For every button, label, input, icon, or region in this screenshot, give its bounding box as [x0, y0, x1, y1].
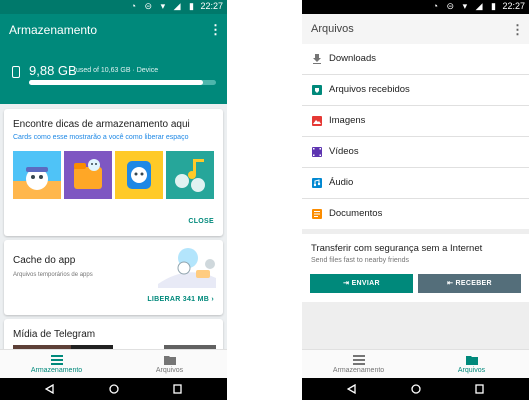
- category-audio[interactable]: Áudio: [302, 168, 529, 199]
- folder-icon: [465, 356, 478, 365]
- document-icon: [312, 209, 322, 219]
- tip-illustration-3: [115, 151, 163, 199]
- home-icon[interactable]: [411, 384, 421, 394]
- status-icons: ◔ ⊝ ▾ ◢ ▮: [432, 1, 499, 11]
- category-list: Downloads Arquivos recebidos Imagens Víd…: [302, 44, 529, 229]
- category-documents[interactable]: Documentos: [302, 199, 529, 230]
- transfer-title: Transferir com segurança sem a Internet: [311, 243, 483, 254]
- tips-card-subtitle: Cards como esse mostrarão a você como li…: [13, 134, 189, 141]
- category-label: Downloads: [329, 53, 376, 64]
- telegram-media-title: Mídia de Telegram: [13, 329, 96, 340]
- send-button[interactable]: ⇥ ENVIAR: [310, 274, 413, 293]
- audio-icon: [312, 178, 322, 188]
- cache-card-title: Cache do app: [13, 255, 76, 266]
- receive-button[interactable]: ⇤ RECEBER: [418, 274, 521, 293]
- storage-progress-fill: [29, 80, 203, 85]
- files-screen: ◔ ⊝ ▾ ◢ ▮ 22:27 Arquivos ⋮ Downloads Arq…: [302, 0, 529, 400]
- nav-files-label: Arquivos: [155, 367, 184, 374]
- category-images[interactable]: Imagens: [302, 106, 529, 137]
- category-label: Imagens: [329, 115, 366, 126]
- chevron-right-icon: ›: [211, 296, 214, 303]
- nav-storage[interactable]: Armazenamento: [302, 350, 415, 379]
- nav-storage-label: Armazenamento: [30, 367, 83, 374]
- nav-storage-label: Armazenamento: [332, 367, 385, 374]
- transfer-card: Transferir com segurança sem a Internet …: [302, 234, 529, 302]
- tip-illustration-2: [64, 151, 112, 199]
- status-bar: ◔ ⊝ ▾ ◢ ▮ 22:27: [0, 0, 227, 14]
- back-icon[interactable]: [347, 384, 356, 394]
- video-icon: [312, 147, 322, 157]
- storage-screen: ◔ ⊝ ▾ ◢ ▮ 22:27 Armazenamento ⋮ 9,88 GB …: [0, 0, 227, 400]
- status-icons: ◔ ⊝ ▾ ◢ ▮: [130, 1, 197, 11]
- category-downloads[interactable]: Downloads: [302, 44, 529, 75]
- storage-list-icon: [352, 355, 365, 365]
- page-title: Arquivos: [311, 23, 354, 35]
- storage-detail: used of 10,63 GB · Device: [76, 67, 159, 74]
- storage-progress-bar: [29, 80, 216, 85]
- category-received[interactable]: Arquivos recebidos: [302, 75, 529, 106]
- close-tips-button[interactable]: CLOSE: [188, 218, 214, 225]
- category-label: Áudio: [329, 177, 354, 188]
- bottom-navigation: Armazenamento Arquivos: [302, 349, 529, 378]
- free-cache-label: LIBERAR 341 MB: [147, 296, 210, 303]
- nav-storage[interactable]: Armazenamento: [0, 350, 113, 379]
- category-label: Documentos: [329, 208, 383, 219]
- recents-icon[interactable]: [475, 384, 484, 394]
- recents-icon[interactable]: [173, 384, 182, 394]
- storage-list-icon: [50, 355, 63, 365]
- image-icon: [312, 116, 322, 126]
- received-files-icon: [312, 85, 322, 95]
- send-arrow-icon: ⇥: [343, 280, 350, 287]
- send-label: ENVIAR: [351, 280, 380, 287]
- receive-arrow-icon: ⇤: [447, 280, 454, 287]
- status-bar: ◔ ⊝ ▾ ◢ ▮ 22:27: [302, 0, 529, 14]
- tip-illustration-1: [13, 151, 61, 199]
- tips-card: Encontre dicas de armazenamento aqui Car…: [4, 109, 223, 236]
- system-nav-bar: [0, 378, 227, 400]
- cache-illustration: [158, 248, 216, 288]
- nav-files[interactable]: Arquivos: [415, 350, 528, 379]
- cache-card: Cache do app Arquivos temporários de app…: [4, 240, 223, 315]
- receive-label: RECEBER: [455, 280, 492, 287]
- device-icon: [12, 66, 20, 78]
- nav-files-label: Arquivos: [457, 367, 486, 374]
- category-videos[interactable]: Vídeos: [302, 137, 529, 168]
- back-icon[interactable]: [45, 384, 54, 394]
- folder-icon: [163, 356, 176, 365]
- tips-card-title: Encontre dicas de armazenamento aqui: [13, 119, 190, 130]
- bottom-navigation: Armazenamento Arquivos: [0, 349, 227, 378]
- overflow-menu-icon[interactable]: ⋮: [209, 22, 222, 38]
- storage-used: 9,88 GB: [29, 63, 77, 78]
- home-icon[interactable]: [109, 384, 119, 394]
- transfer-subtitle: Send files fast to nearby friends: [311, 257, 410, 264]
- system-nav-bar: [302, 378, 529, 400]
- tip-illustration-4: [166, 151, 214, 199]
- status-time: 22:27: [200, 1, 223, 11]
- nav-files[interactable]: Arquivos: [113, 350, 226, 379]
- cache-card-desc: Arquivos temporários de apps: [13, 272, 93, 278]
- status-time: 22:27: [502, 1, 525, 11]
- page-title: Armazenamento: [9, 23, 98, 37]
- free-cache-button[interactable]: LIBERAR 341 MB ›: [147, 296, 214, 303]
- category-label: Arquivos recebidos: [329, 84, 410, 95]
- overflow-menu-icon[interactable]: ⋮: [511, 22, 524, 38]
- category-label: Vídeos: [329, 146, 359, 157]
- download-icon: [313, 54, 321, 64]
